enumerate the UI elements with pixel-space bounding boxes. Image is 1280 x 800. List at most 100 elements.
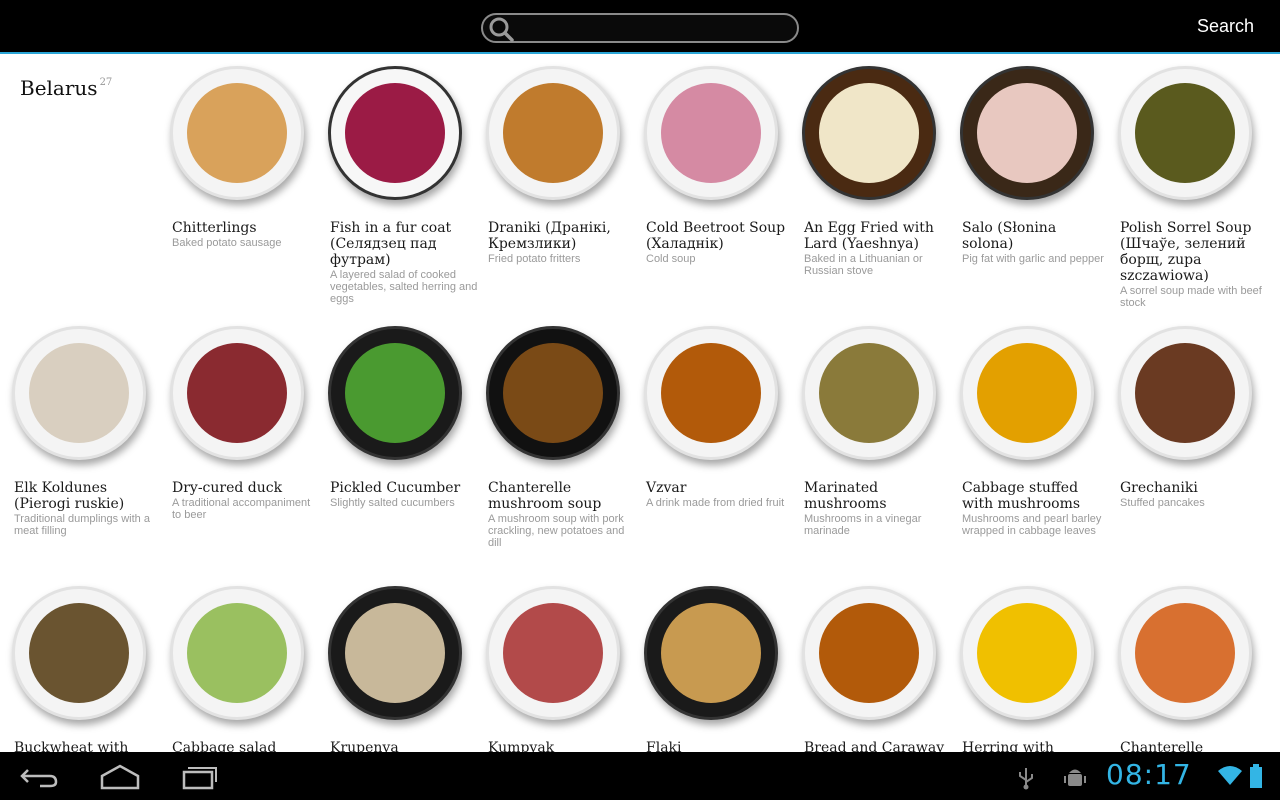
dish-photo[interactable] <box>960 326 1094 460</box>
dish-photo[interactable] <box>486 326 620 460</box>
dish-card[interactable]: Dry-cured duck A traditional accompanimen… <box>170 326 320 556</box>
dish-photo[interactable] <box>802 66 936 200</box>
dish-name: Flaki <box>646 740 794 752</box>
dish-name: Grechaniki Stuffed pancakes <box>1120 480 1268 509</box>
dish-food <box>503 603 603 703</box>
search-input[interactable] <box>519 17 789 39</box>
dish-title: Vzvar <box>646 480 687 496</box>
dish-name: Chitterlings Baked potato sausage <box>172 220 320 249</box>
dish-photo[interactable] <box>960 66 1094 200</box>
dish-name: Dry-cured duck A traditional accompanimen… <box>172 480 320 521</box>
dish-name: Buckwheat with <box>14 740 162 752</box>
dish-card[interactable]: Cold Beetroot Soup (Халаднік) Cold soup <box>644 66 794 296</box>
dish-card[interactable]: Vzvar A drink made from dried fruit <box>644 326 794 556</box>
dish-food <box>29 343 129 443</box>
dish-description: Cold soup <box>646 253 696 265</box>
dish-description: Mushrooms in a vinegar marinade <box>804 513 922 537</box>
dish-food <box>1135 603 1235 703</box>
dish-card[interactable]: Buckwheat with <box>12 586 162 752</box>
dish-card[interactable]: Fish in a fur coat (Селядзец пад футрам)… <box>328 66 478 305</box>
dish-photo[interactable] <box>1118 586 1252 720</box>
wifi-icon <box>1218 766 1242 785</box>
dish-photo[interactable] <box>170 326 304 460</box>
dish-photo[interactable] <box>1118 326 1252 460</box>
dish-card[interactable]: Salo (Słonina solona) Pig fat with garlic… <box>960 66 1110 296</box>
dish-card[interactable]: Herring with <box>960 586 1110 752</box>
dish-card[interactable]: Chitterlings Baked potato sausage <box>170 66 320 296</box>
dish-card[interactable]: Chanterelle mushroom soup A mushroom soup… <box>486 326 636 556</box>
dish-name: Cabbage salad <box>172 740 320 752</box>
recent-apps-icon[interactable] <box>178 762 222 790</box>
country-title: Belarus 27 <box>20 76 112 100</box>
dish-card[interactable]: Flaki <box>644 586 794 752</box>
dish-card[interactable]: Cabbage salad <box>170 586 320 752</box>
dish-description: A layered salad of cooked vegetables, sa… <box>330 269 478 305</box>
home-icon[interactable] <box>98 762 142 790</box>
dish-description: Baked potato sausage <box>172 237 282 249</box>
dish-card[interactable]: An Egg Fried with Lard (Yaeshnya) Baked i… <box>802 66 952 296</box>
dish-food <box>819 603 919 703</box>
dish-title: Cabbage stuffed with mushrooms <box>962 480 1081 512</box>
dish-name: An Egg Fried with Lard (Yaeshnya) Baked i… <box>804 220 952 277</box>
dish-description: Fried potato fritters <box>488 253 581 265</box>
dish-card[interactable]: Pickled Cucumber Slightly salted cucumber… <box>328 326 478 556</box>
dish-description: Stuffed pancakes <box>1120 497 1205 509</box>
dish-food <box>661 83 761 183</box>
dish-food <box>1135 343 1235 443</box>
dish-photo[interactable] <box>486 586 620 720</box>
dish-photo[interactable] <box>802 586 936 720</box>
dish-photo[interactable] <box>486 66 620 200</box>
dish-photo[interactable] <box>12 326 146 460</box>
dish-name: Herring with <box>962 740 1110 752</box>
dish-title: Fish in a fur coat (Селядзец пад футрам) <box>330 220 452 268</box>
dish-title: Cold Beetroot Soup (Халаднік) <box>646 220 786 252</box>
dish-name: Bread and Caraway <box>804 740 952 752</box>
dish-card[interactable]: Marinated mushrooms Mushrooms in a vinega… <box>802 326 952 556</box>
dish-name: Cabbage stuffed with mushrooms Mushrooms … <box>962 480 1110 537</box>
dish-card[interactable]: Bread and Caraway <box>802 586 952 752</box>
dish-count: 27 <box>99 77 113 88</box>
dish-title: Draniki (Дранікі, Кремзлики) <box>488 220 611 252</box>
dish-card[interactable]: Grechaniki Stuffed pancakes <box>1118 326 1268 556</box>
dish-card[interactable]: Draniki (Дранікі, Кремзлики) Fried potato… <box>486 66 636 296</box>
dish-photo[interactable] <box>170 586 304 720</box>
dish-food <box>503 83 603 183</box>
dish-photo[interactable] <box>1118 66 1252 200</box>
dish-food <box>187 603 287 703</box>
dish-food <box>977 603 1077 703</box>
status-clock: 08:17 <box>1106 758 1192 791</box>
dish-photo[interactable] <box>644 66 778 200</box>
dish-description: A mushroom soup with pork crackling, new… <box>488 513 625 549</box>
search-field[interactable] <box>481 13 799 43</box>
dish-title: Salo (Słonina solona) <box>962 220 1057 252</box>
dish-title: Dry-cured duck <box>172 480 283 496</box>
dish-card[interactable]: Krupenya <box>328 586 478 752</box>
dish-food <box>187 343 287 443</box>
dish-food <box>819 343 919 443</box>
search-icon <box>489 17 514 42</box>
dish-photo[interactable] <box>644 586 778 720</box>
dish-title: An Egg Fried with Lard (Yaeshnya) <box>804 220 934 252</box>
dish-food <box>977 83 1077 183</box>
system-nav-bar: 08:17 <box>0 752 1280 800</box>
dish-photo[interactable] <box>328 586 462 720</box>
dish-photo[interactable] <box>644 326 778 460</box>
dish-photo[interactable] <box>328 326 462 460</box>
dish-food <box>29 603 129 703</box>
dish-name: Cold Beetroot Soup (Халаднік) Cold soup <box>646 220 794 265</box>
dish-photo[interactable] <box>802 326 936 460</box>
dish-photo[interactable] <box>960 586 1094 720</box>
dish-photo[interactable] <box>328 66 462 200</box>
dish-card[interactable]: Cabbage stuffed with mushrooms Mushrooms … <box>960 326 1110 556</box>
dish-card[interactable]: Chanterelle <box>1118 586 1268 752</box>
back-icon[interactable] <box>18 762 62 790</box>
dish-card[interactable]: Polish Sorrel Soup (Шчаўе, зелений борщ,… <box>1118 66 1268 309</box>
dish-photo[interactable] <box>12 586 146 720</box>
dish-food <box>661 603 761 703</box>
dish-card[interactable]: Elk Koldunes (Pierogi ruskie) Traditional… <box>12 326 162 556</box>
battery-icon <box>1250 764 1262 788</box>
dish-food <box>819 83 919 183</box>
dish-card[interactable]: Kumpyak <box>486 586 636 752</box>
dish-photo[interactable] <box>170 66 304 200</box>
search-button[interactable]: Search <box>1197 16 1254 37</box>
